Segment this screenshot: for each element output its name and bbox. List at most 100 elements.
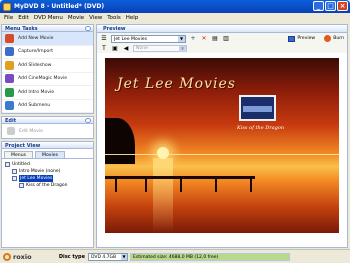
task-add-intro-movie[interactable]: Add Intro Movie (2, 86, 93, 100)
add-icon[interactable]: + (189, 35, 197, 43)
project-view-tabs: Menus Movies (2, 149, 93, 159)
tab-movies[interactable]: Movies (35, 151, 66, 158)
sun (157, 147, 169, 159)
task-label: Add Submenu (18, 103, 51, 109)
submenu-icon (5, 101, 14, 111)
add-movie-icon (5, 33, 14, 43)
menu-file[interactable]: File (4, 15, 13, 21)
burn-label: Burn (333, 36, 344, 41)
task-capture-import[interactable]: Capture/Import (2, 46, 93, 59)
edit-section: Edit Movie (1, 124, 94, 139)
window-title: MyDVD 8 - Untitled* (DVD) (14, 3, 105, 10)
film-strip (243, 106, 272, 112)
app-icon (3, 2, 11, 11)
task-label: Add New Movie (18, 35, 54, 41)
chapters-icon[interactable]: ▥ (222, 35, 230, 43)
format-toolbar: T ▣ ◀ None ▼ (97, 44, 347, 53)
menu-help[interactable]: Help (126, 15, 139, 21)
tree-label: Jet Lee Movies (19, 175, 54, 182)
menu-bar: File Edit DVD Menu Movie View Tools Help (0, 13, 350, 23)
font-select-value: None (136, 46, 148, 51)
tree-node-jet-lee-movies[interactable]: Jet Lee Movies (5, 175, 90, 182)
menu-tools[interactable]: Tools (107, 15, 121, 21)
menu-nav-icon[interactable]: ☰ (100, 35, 108, 43)
burn-icon (324, 35, 332, 42)
edit-movie-button[interactable]: Edit Movie (19, 129, 43, 134)
movie-icon (12, 169, 17, 174)
monitor-icon (288, 35, 296, 42)
menu-select-value: Jet Lee Movies (114, 36, 148, 42)
disc-icon (5, 162, 10, 167)
preview-button[interactable]: Preview (288, 35, 316, 42)
menu-edit[interactable]: Edit (18, 15, 29, 21)
pier-post (145, 178, 147, 192)
disc-type-label: Disc type (58, 253, 85, 260)
cinemagic-icon (5, 74, 14, 84)
close-button[interactable]: × (337, 1, 348, 11)
image-icon[interactable]: ▣ (111, 45, 119, 53)
preview-label: Preview (297, 36, 316, 41)
delete-icon[interactable]: ✕ (200, 35, 208, 43)
menu-select[interactable]: Jet Lee Movies ▼ (111, 34, 186, 43)
project-tree: Untitled Intro Movie (none) Jet Lee Movi… (2, 159, 93, 191)
preview-header: Preview (97, 25, 347, 33)
disc-usage-text: Estimated size: 4688,0 MB (12,0 free) (133, 254, 219, 260)
task-label: Add Intro Movie (18, 89, 55, 95)
menu-title-text[interactable]: Jet Lee Movies (117, 76, 236, 92)
horizon-line (105, 154, 339, 155)
settings-icon[interactable]: ▤ (211, 35, 219, 43)
tree-node-untitled[interactable]: Untitled (5, 161, 90, 168)
title-bar: MyDVD 8 - Untitled* (DVD) _ □ × (0, 0, 350, 13)
menu-canvas-area: Jet Lee Movies Kiss of the Dragon (97, 54, 347, 247)
pier-post (180, 178, 182, 192)
task-label: Add CineMagic Movie (18, 76, 68, 82)
tree-node-intro[interactable]: Intro Movie (none) (5, 168, 90, 175)
audio-icon[interactable]: ◀ (122, 45, 130, 53)
font-select[interactable]: None ▼ (133, 45, 187, 52)
edit-movie-icon (7, 127, 15, 135)
task-add-submenu[interactable]: Add Submenu (2, 100, 93, 113)
menu-tasks-header[interactable]: Menu Tasks (1, 24, 94, 32)
pier-post (250, 178, 252, 192)
menu-dvd-menu[interactable]: DVD Menu (34, 15, 63, 21)
collapse-icon[interactable] (85, 26, 91, 31)
project-view-header: Project View (1, 141, 94, 149)
sun-reflection (153, 158, 173, 233)
text-icon[interactable]: T (100, 45, 108, 53)
menu-movie[interactable]: Movie (68, 15, 84, 21)
pier-post (215, 178, 217, 192)
roxio-logo: roxio (3, 252, 55, 261)
status-bar: roxio Disc type DVD 4.7GB ▼ Estimated si… (0, 249, 350, 263)
movie-thumbnail-button[interactable] (239, 95, 276, 121)
capture-icon (5, 47, 14, 57)
task-add-slideshow[interactable]: Add Slideshow (2, 59, 93, 73)
chevron-down-icon: ▼ (121, 253, 127, 260)
tab-menus[interactable]: Menus (4, 151, 34, 158)
task-add-cinemagic[interactable]: Add CineMagic Movie (2, 73, 93, 86)
disc-type-select[interactable]: DVD 4.7GB ▼ (88, 252, 128, 261)
task-label: Capture/Import (18, 49, 54, 55)
left-panel: Menu Tasks Add New Movie Capture/Import … (1, 24, 94, 248)
tree-node-kiss-of-the-dragon[interactable]: Kiss of the Dragon (5, 182, 90, 189)
tree-label: Untitled (12, 162, 30, 167)
menu-icon (12, 176, 17, 181)
tree-silhouette (105, 118, 135, 164)
collapse-icon[interactable] (85, 118, 91, 123)
menu-tasks-list: Add New Movie Capture/Import Add Slidesh… (1, 32, 94, 114)
roxio-logo-text: roxio (13, 252, 32, 261)
pier-post (115, 178, 117, 192)
menu-view[interactable]: View (89, 15, 102, 21)
menu-stage[interactable]: Jet Lee Movies Kiss of the Dragon (105, 58, 339, 233)
chevron-down-icon: ▼ (178, 35, 185, 42)
movie-thumbnail-caption[interactable]: Kiss of the Dragon (237, 125, 284, 131)
tree-label: Intro Movie (none) (19, 169, 61, 174)
disc-type-value: DVD 4.7GB (91, 254, 117, 260)
edit-header[interactable]: Edit (1, 116, 94, 124)
minimize-button[interactable]: _ (313, 1, 324, 11)
maximize-button[interactable]: □ (325, 1, 336, 11)
burn-button[interactable]: Burn (324, 35, 344, 42)
task-add-new-movie[interactable]: Add New Movie (2, 32, 93, 46)
movie-icon (19, 183, 24, 188)
disc-usage-meter: Estimated size: 4688,0 MB (12,0 free) (130, 252, 290, 261)
intro-icon (5, 87, 14, 97)
